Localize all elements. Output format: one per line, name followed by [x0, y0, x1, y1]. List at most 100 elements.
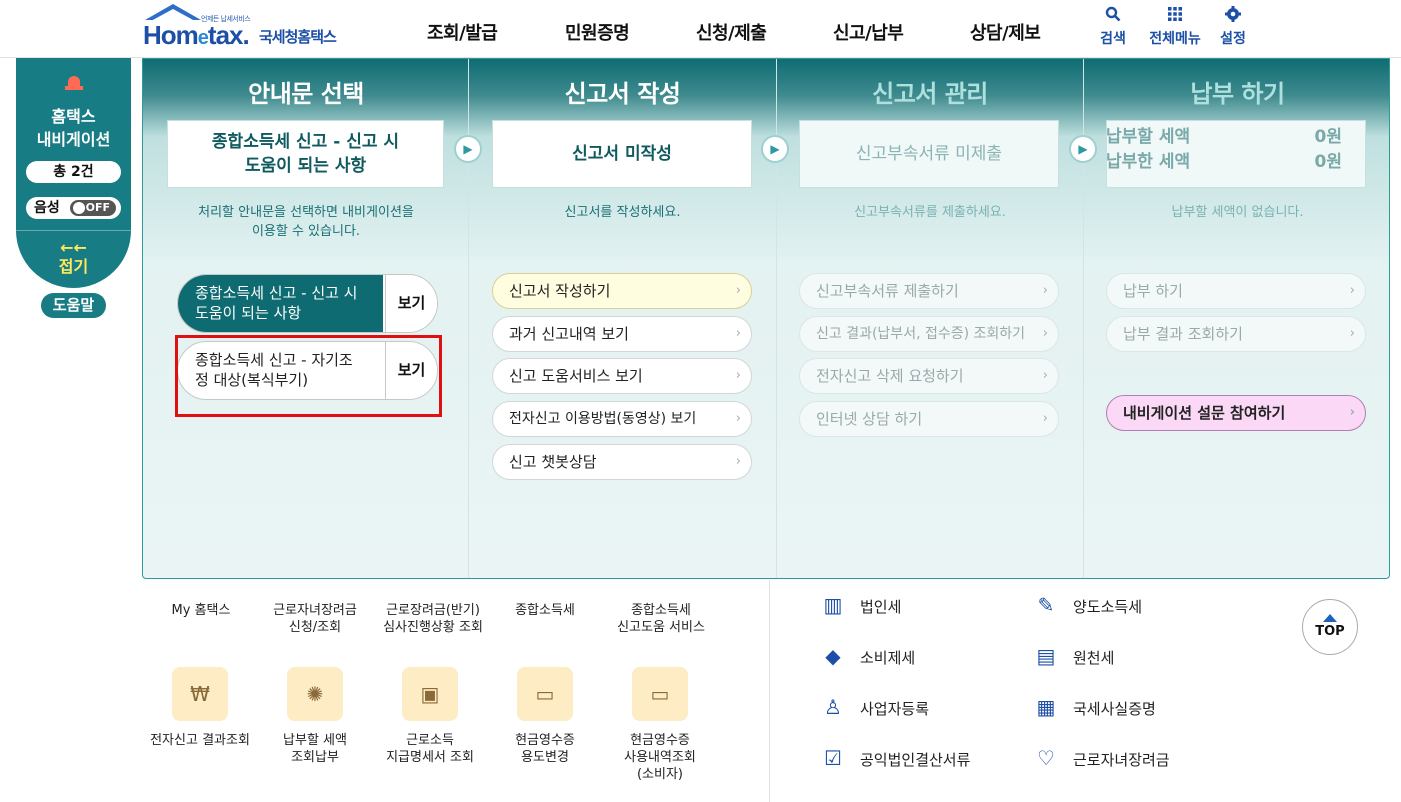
step-status-box: 신고부속서류 미제출 — [799, 120, 1059, 188]
tax-link-label: 법인세 — [860, 598, 902, 616]
step-notice-select: 안내문 선택 종합소득세 신고 - 신고 시 도움이 되는 사항 처리할 안내문을… — [143, 59, 469, 578]
certificate-icon: ▦ — [1036, 695, 1056, 719]
chevron-right-icon: › — [1042, 326, 1048, 341]
diamond-icon: ◆ — [825, 644, 841, 668]
scroll-top-button[interactable]: TOP — [1302, 599, 1358, 655]
collapse-button[interactable]: ←← 접기 — [16, 238, 131, 276]
wallet-icon[interactable]: ▣ — [402, 667, 458, 721]
step-hint: 신고부속서류를 제출하세요. — [854, 205, 1006, 220]
action-pay[interactable]: 납부 하기 › — [1106, 273, 1366, 309]
tax-link-child-incentive[interactable]: ♡ 근로자녀장려금 — [1031, 743, 1170, 773]
quick-menu-label: 심사진행상황 조회 — [383, 620, 483, 635]
divider — [16, 230, 131, 231]
action-submit-attachments[interactable]: 신고부속서류 제출하기 › — [799, 273, 1059, 309]
quick-menu-payment-statement[interactable]: 근로소득 지급명세서 조회 — [365, 732, 495, 766]
tax-link-label: 국세사실증명 — [1073, 700, 1156, 718]
chevron-right-icon: › — [1042, 283, 1048, 298]
tax-link-business-registration[interactable]: ♙ 사업자등록 — [818, 692, 929, 722]
voice-label: 음성 — [34, 200, 60, 216]
money-bag-icon[interactable]: ✺ — [287, 667, 343, 721]
action-past-returns[interactable]: 과거 신고내역 보기 › — [492, 316, 752, 352]
logo-wordmark: Hometax. — [143, 20, 250, 50]
tax-link-withholding[interactable]: ▤ 원천세 — [1031, 641, 1115, 671]
tax-link-label: 사업자등록 — [860, 700, 930, 718]
action-delete-request[interactable]: 전자신고 삭제 요청하기 › — [799, 358, 1059, 394]
tax-link-consumption[interactable]: ◆ 소비제세 — [818, 641, 915, 671]
action-label: 인터넷 상담 하기 — [816, 410, 923, 428]
quick-menu-my-hometax[interactable]: My 홈택스 — [136, 602, 266, 619]
won-search-icon[interactable]: ₩ — [172, 667, 228, 721]
chevron-right-icon: › — [735, 368, 741, 383]
quick-menu-cash-receipt-change[interactable]: 현금영수증용도변경 — [480, 732, 610, 766]
gnb-menu-certificates[interactable]: 민원증명 — [565, 19, 630, 45]
step-hint: 처리할 안내문을 선택하면 내비게이션을 이용할 수 있습니다. — [198, 205, 414, 239]
help-button[interactable]: 도움말 — [41, 293, 106, 318]
document-pen-icon: ✎ — [1037, 593, 1055, 617]
quick-menu-label: 현금영수증 — [515, 733, 575, 748]
quick-menu-income-tax-help[interactable]: 종합소득세 신고도움 서비스 — [596, 602, 726, 636]
gnb-menu-application[interactable]: 신청/제출 — [696, 19, 767, 45]
action-label: 전자신고 삭제 요청하기 — [816, 367, 964, 385]
tax-link-label: 공익법인결산서류 — [860, 751, 971, 769]
heart-hand-icon: ♡ — [1037, 746, 1055, 770]
action-help-service[interactable]: 신고 도움서비스 보기 › — [492, 358, 752, 394]
quick-menu-label: My 홈택스 — [171, 603, 231, 618]
step-hint: 신고서를 작성하세요. — [564, 205, 681, 220]
voice-toggle-row[interactable]: 음성 OFF — [26, 197, 121, 219]
gnb-menu-filing[interactable]: 신고/납부 — [833, 19, 904, 45]
step-title: 납부 하기 — [1190, 80, 1285, 108]
gnb-menu-inquiry[interactable]: 조회/발급 — [427, 19, 498, 45]
tax-link-label: 근로자녀장려금 — [1073, 751, 1170, 769]
arrow-up-icon — [1323, 614, 1337, 622]
step-hint: 납부할 세액이 없습니다. — [1171, 205, 1304, 220]
quick-menu-label: 근로자녀장려금 — [273, 603, 357, 618]
clipboard-icon: ☑ — [824, 746, 842, 770]
quick-menu-efiling-result[interactable]: 전자신고 결과조회 — [135, 732, 265, 749]
settings-button[interactable]: 설정 — [1208, 6, 1258, 48]
hometax-logo[interactable]: 언제든 납세서비스 Hometax. 국세청홈택스 — [143, 4, 353, 50]
quick-menu-label: 신청/조회 — [288, 620, 342, 635]
quick-menu-tax-payment[interactable]: 납부할 세액조회납부 — [250, 732, 380, 766]
section-divider — [769, 580, 770, 802]
quick-menu-cash-receipt-history[interactable]: 현금영수증 사용내역조회 (소비자) — [595, 732, 725, 783]
tax-link-corporate[interactable]: ▥ 법인세 — [818, 590, 902, 620]
settings-label: 설정 — [1220, 31, 1246, 47]
chevron-right-icon: › — [1349, 405, 1355, 420]
chevron-right-icon: › — [735, 454, 741, 469]
action-payment-result[interactable]: 납부 결과 조회하기 › — [1106, 316, 1366, 352]
notice-item-filing-help[interactable]: 종합소득세 신고 - 신고 시 도움이 되는 사항 보기 — [177, 274, 438, 333]
action-internet-consult[interactable]: 인터넷 상담 하기 › — [799, 401, 1059, 437]
quick-menu-label: 납부할 세액 — [283, 733, 347, 748]
quick-menu-label: 근로소득 — [406, 733, 454, 748]
step-status-box: 신고서 미작성 — [492, 120, 752, 188]
quick-menu-label: 용도변경 — [521, 750, 569, 765]
navigation-panel: 안내문 선택 종합소득세 신고 - 신고 시 도움이 되는 사항 처리할 안내문을… — [142, 58, 1390, 579]
action-label: 신고 챗봇상담 — [509, 453, 597, 471]
notice-item-label: 종합소득세 신고 - 신고 시 도움이 되는 사항 — [178, 275, 383, 332]
gnb-menu-consulting[interactable]: 상담/제보 — [970, 19, 1041, 45]
action-video-guide[interactable]: 전자신고 이용방법(동영상) 보기 › — [492, 401, 752, 437]
payment-summary: 납부할 세액 0원 납부한 세액 0원 — [1106, 125, 1342, 175]
chevron-right-icon: › — [735, 411, 741, 426]
search-button[interactable]: 검색 — [1088, 6, 1138, 48]
action-write-return[interactable]: 신고서 작성하기 › — [492, 273, 752, 309]
notice-view-button[interactable]: 보기 — [385, 275, 437, 332]
tax-link-label: 원천세 — [1073, 649, 1115, 667]
quick-menu-semiannual-review[interactable]: 근로장려금(반기) 심사진행상황 조회 — [368, 602, 498, 636]
receipt-icon[interactable]: ▭ — [517, 667, 573, 721]
action-filing-result[interactable]: 신고 결과(납부서, 접수증) 조회하기 › — [799, 316, 1059, 352]
tax-link-public-interest[interactable]: ☑ 공익법인결산서류 — [818, 743, 970, 773]
survey-button[interactable]: 내비게이션 설문 참여하기 › — [1106, 395, 1366, 431]
quick-menu-global-income-tax[interactable]: 종합소득세 — [480, 602, 610, 619]
voice-toggle-switch[interactable]: OFF — [70, 200, 116, 216]
quick-menu-earned-income-incentive[interactable]: 근로자녀장려금신청/조회 — [250, 602, 380, 636]
tax-link-capital-gains[interactable]: ✎ 양도소득세 — [1031, 590, 1142, 620]
tax-link-label: 양도소득세 — [1073, 598, 1143, 616]
receipt-search-icon[interactable]: ▭ — [632, 667, 688, 721]
tax-link-tax-certificate[interactable]: ▦ 국세사실증명 — [1031, 692, 1156, 722]
action-label: 신고 도움서비스 보기 — [509, 367, 643, 385]
tax-link-label: 소비제세 — [860, 649, 916, 667]
all-menu-button[interactable]: 전체메뉴 — [1145, 6, 1205, 48]
quick-menu-label: 조회납부 — [291, 750, 339, 765]
action-chatbot[interactable]: 신고 챗봇상담 › — [492, 444, 752, 480]
